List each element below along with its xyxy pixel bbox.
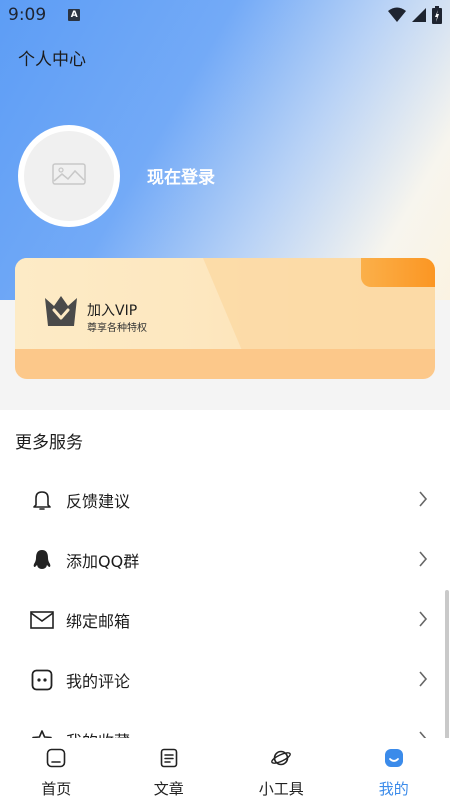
scrollbar[interactable]: [445, 590, 449, 750]
vip-card-corner: [361, 258, 435, 287]
section-title-services: 更多服务: [15, 433, 83, 453]
mail-icon: [30, 608, 54, 632]
avatar[interactable]: [18, 125, 120, 227]
status-icons: [388, 6, 442, 28]
vip-card-bottom: [15, 349, 435, 379]
qq-penguin-icon: [30, 548, 54, 572]
status-bar: 9:09 A: [0, 0, 450, 30]
menu-item-label: 我的评论: [66, 672, 131, 691]
menu-item-bind-email[interactable]: 绑定邮箱: [0, 590, 450, 650]
services-list: 反馈建议 添加QQ群 绑定邮箱 我的评论: [0, 470, 450, 770]
vip-card[interactable]: 加入VIP 尊享各种特权: [15, 258, 435, 379]
nav-label: 文章: [153, 780, 184, 798]
chevron-right-icon: [418, 610, 428, 632]
nav-label: 小工具: [258, 780, 304, 798]
menu-item-feedback[interactable]: 反馈建议: [0, 470, 450, 530]
menu-item-qq-group[interactable]: 添加QQ群: [0, 530, 450, 590]
vip-title: 加入VIP: [87, 303, 138, 319]
wifi-icon: [388, 7, 406, 27]
planet-icon: [270, 748, 292, 772]
signal-icon: [412, 7, 426, 27]
bottom-nav: 首页 文章 小工具 我的: [0, 738, 450, 800]
page-title: 个人中心: [18, 50, 86, 70]
nav-item-articles[interactable]: 文章: [113, 738, 226, 800]
image-placeholder-icon: [52, 163, 86, 189]
nav-item-mine[interactable]: 我的: [338, 738, 450, 800]
article-icon: [159, 748, 179, 772]
nav-label: 首页: [41, 780, 72, 798]
status-time: 9:09: [8, 5, 47, 25]
notification-badge: A: [68, 9, 81, 21]
menu-item-my-comments[interactable]: 我的评论: [0, 650, 450, 710]
nav-item-home[interactable]: 首页: [0, 738, 113, 800]
home-icon: [46, 748, 66, 772]
login-button[interactable]: 现在登录: [147, 163, 215, 188]
crown-icon: [43, 294, 79, 332]
menu-item-label: 绑定邮箱: [66, 612, 131, 631]
chevron-right-icon: [418, 490, 428, 512]
menu-item-label: 添加QQ群: [66, 552, 140, 571]
nav-item-tools[interactable]: 小工具: [225, 738, 338, 800]
bell-icon: [30, 488, 54, 512]
nav-label: 我的: [378, 780, 409, 798]
menu-item-label: 反馈建议: [66, 492, 131, 511]
profile-icon: [384, 748, 404, 772]
chevron-right-icon: [418, 670, 428, 692]
avatar-placeholder: [24, 131, 114, 221]
vip-subtitle: 尊享各种特权: [87, 323, 147, 334]
comment-icon: [30, 668, 54, 692]
chevron-right-icon: [418, 550, 428, 572]
battery-charging-icon: [432, 6, 442, 28]
